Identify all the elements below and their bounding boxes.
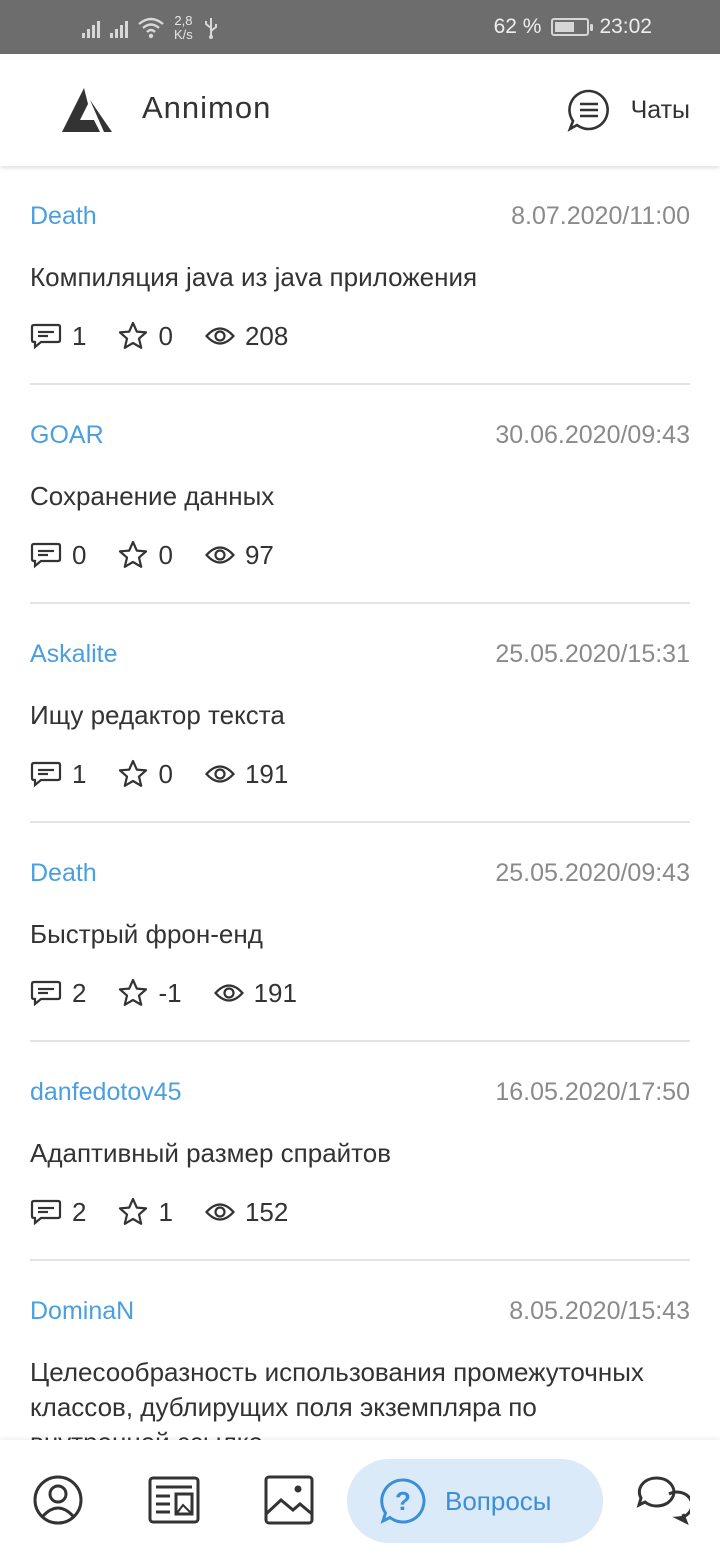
question-author[interactable]: Death: [30, 859, 97, 888]
network-speed-unit: K/s: [174, 27, 193, 42]
question-author[interactable]: danfedotov45: [30, 1078, 182, 1107]
status-right: 62 % 23:02: [494, 0, 652, 54]
star-icon: [119, 321, 148, 349]
gallery-icon[interactable]: [263, 1474, 315, 1526]
rating-count: 0: [158, 539, 173, 570]
network-speed-value: 2,8: [174, 13, 193, 28]
signal-sim2-icon: [110, 18, 128, 38]
comment-icon: [30, 323, 62, 350]
question-item[interactable]: GOAR 30.06.2020/09:43 Сохранение данных …: [30, 385, 690, 604]
battery-icon: [551, 18, 594, 36]
question-title[interactable]: Ищу редактор текста: [30, 698, 670, 733]
rating-count: 1: [158, 1196, 173, 1227]
svg-text:?: ?: [395, 1486, 411, 1516]
chat-bubbles-icon[interactable]: [636, 1474, 690, 1526]
status-bar: 2,8 K/s 62 % 23:02: [0, 0, 720, 54]
app-bar: Annimon Чаты: [0, 54, 720, 166]
question-stats: 2 -1 191: [30, 975, 329, 1011]
chats-button[interactable]: Чаты: [567, 88, 690, 132]
views-count: 208: [244, 320, 289, 351]
rating-count: -1: [158, 977, 182, 1008]
question-item[interactable]: Askalite 25.05.2020/15:31 Ищу редактор т…: [30, 604, 690, 823]
star-icon: [119, 540, 148, 568]
questions-tab[interactable]: ? Вопросы: [347, 1459, 603, 1543]
rating-count: 0: [158, 320, 173, 351]
comment-icon: [30, 542, 62, 569]
network-speed: 2,8 K/s: [174, 14, 193, 42]
question-list[interactable]: Death 8.07.2020/11:00 Компиляция java из…: [0, 166, 720, 1440]
eye-icon: [204, 546, 235, 564]
question-stats: 2 1 152: [30, 1194, 320, 1230]
questions-tab-label: Вопросы: [445, 1485, 552, 1516]
question-date: 8.07.2020/11:00: [511, 202, 690, 230]
views-count: 191: [244, 758, 289, 789]
question-date: 25.05.2020/09:43: [495, 859, 690, 887]
wifi-icon: [138, 17, 164, 39]
question-date: 8.05.2020/15:43: [509, 1297, 690, 1325]
eye-icon: [204, 765, 235, 783]
comments-count: 0: [72, 539, 87, 570]
clock: 23:02: [599, 15, 652, 38]
comments-count: 2: [72, 977, 87, 1008]
question-title[interactable]: Быстрый фрон-енд: [30, 917, 670, 952]
question-title[interactable]: Сохранение данных: [30, 479, 670, 514]
question-stats: 1 0 208: [30, 318, 320, 354]
question-title[interactable]: Адаптивный размер спрайтов: [30, 1136, 670, 1171]
comment-icon: [30, 761, 62, 788]
comment-icon: [30, 1199, 62, 1226]
views-count: 97: [244, 539, 274, 570]
question-stats: 1 0 191: [30, 756, 320, 792]
star-icon: [119, 1197, 148, 1225]
eye-icon: [204, 327, 235, 345]
question-author[interactable]: GOAR: [30, 421, 104, 450]
chats-label: Чаты: [630, 95, 690, 124]
bottom-navigation: ? Вопросы: [0, 1440, 720, 1560]
app-title: Annimon: [142, 90, 272, 125]
question-title[interactable]: Компиляция java из java приложения: [30, 260, 670, 295]
question-stats: 0 0 97: [30, 537, 306, 573]
star-icon: [119, 759, 148, 787]
question-author[interactable]: Askalite: [30, 640, 118, 669]
views-count: 152: [244, 1196, 289, 1227]
status-left: 2,8 K/s: [82, 10, 219, 46]
question-title[interactable]: Целесообразность использования промежуто…: [30, 1355, 670, 1440]
question-item[interactable]: Death 8.07.2020/11:00 Компиляция java из…: [30, 166, 690, 385]
rating-count: 0: [158, 758, 173, 789]
comments-count: 2: [72, 1196, 87, 1227]
news-icon[interactable]: [148, 1474, 200, 1526]
views-count: 191: [253, 977, 297, 1008]
question-item[interactable]: DominaN 8.05.2020/15:43 Целесообразность…: [30, 1261, 690, 1440]
eye-icon: [204, 1203, 235, 1221]
question-date: 16.05.2020/17:50: [495, 1078, 690, 1106]
comment-icon: [30, 980, 62, 1007]
eye-icon: [213, 984, 244, 1002]
question-date: 25.05.2020/15:31: [495, 640, 690, 668]
question-item[interactable]: Death 25.05.2020/09:43 Быстрый фрон-енд …: [30, 823, 690, 1042]
question-date: 30.06.2020/09:43: [495, 421, 690, 449]
profile-icon[interactable]: [32, 1474, 84, 1526]
annimon-logo-icon: [62, 88, 112, 132]
star-icon: [119, 978, 148, 1006]
comments-count: 1: [72, 758, 87, 789]
question-author[interactable]: DominaN: [30, 1297, 134, 1326]
usb-icon: [204, 18, 217, 39]
battery-percent: 62 %: [493, 15, 542, 38]
question-item[interactable]: danfedotov45 16.05.2020/17:50 Адаптивный…: [30, 1042, 690, 1261]
question-author[interactable]: Death: [30, 202, 97, 231]
comments-count: 1: [72, 320, 87, 351]
chat-list-icon: [567, 89, 609, 132]
signal-sim1-icon: [82, 18, 100, 38]
questions-icon: ?: [380, 1478, 426, 1524]
